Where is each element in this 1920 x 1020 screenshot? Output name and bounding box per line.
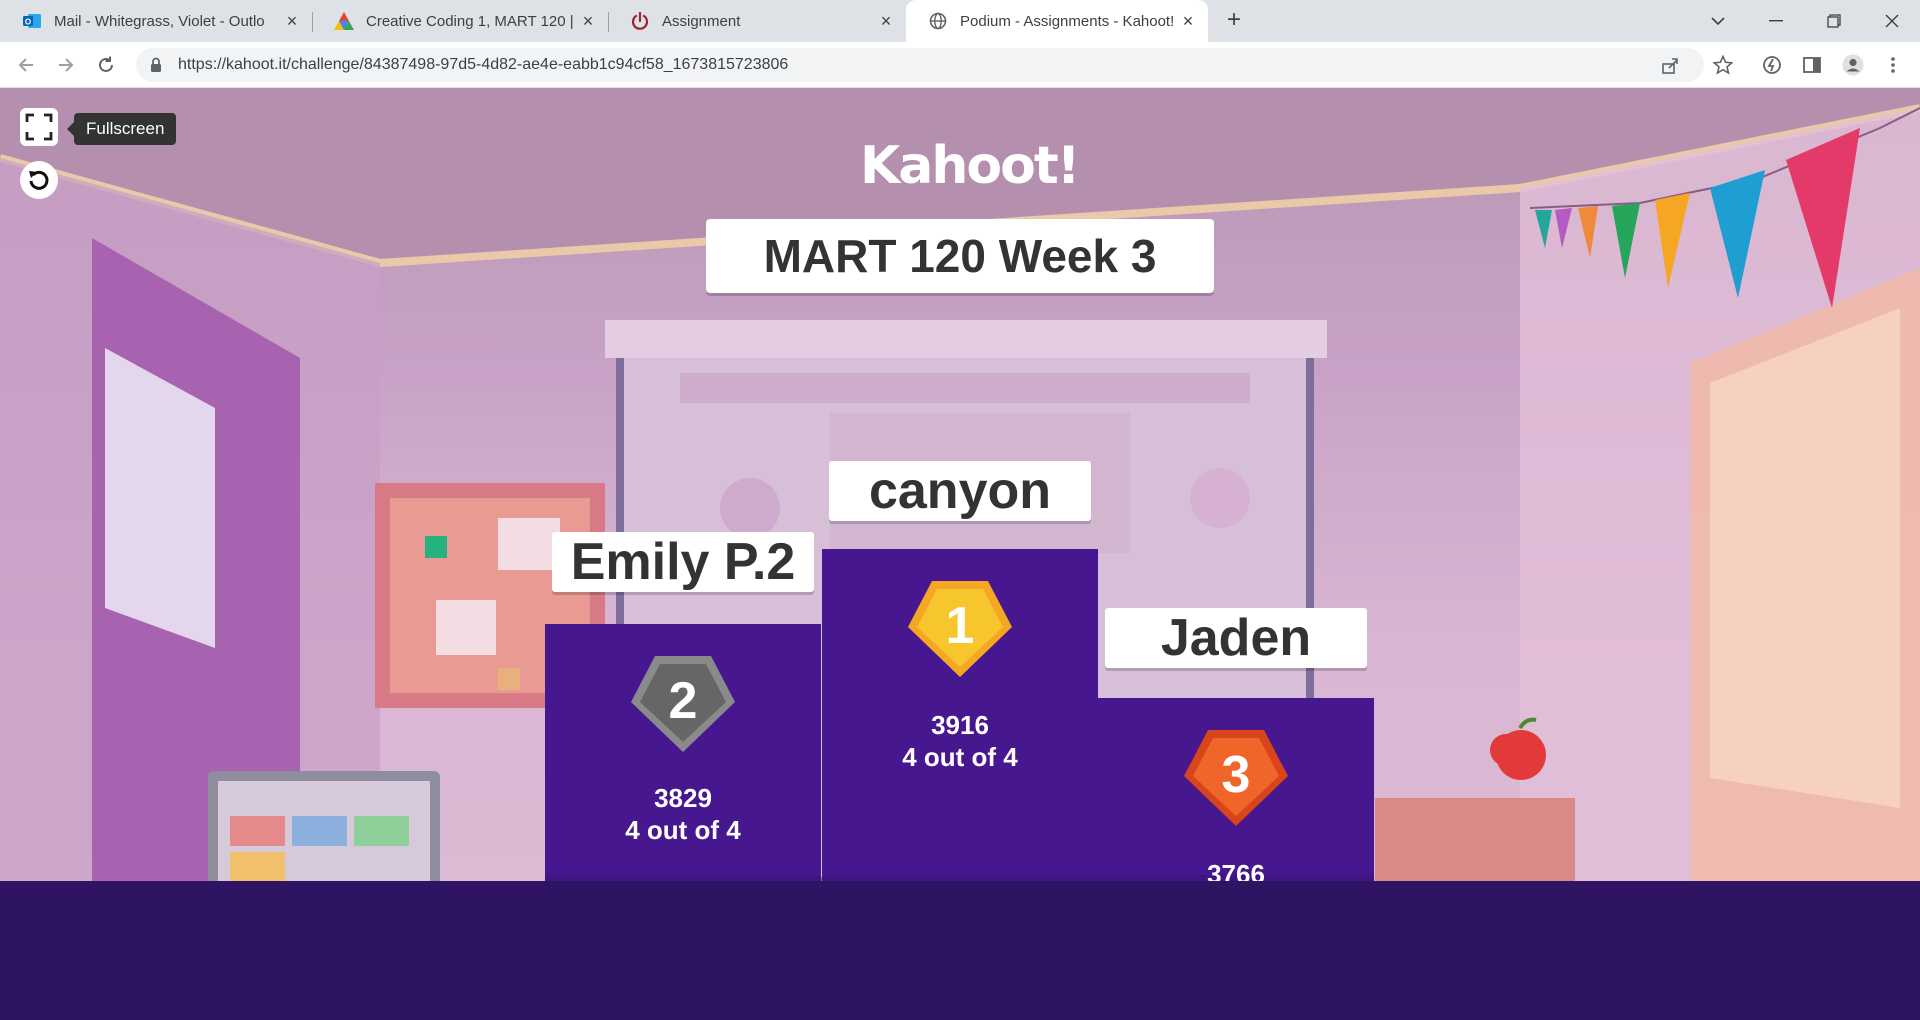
kahoot-logo: Kahoot! bbox=[860, 136, 1080, 196]
restore-icon[interactable] bbox=[1806, 0, 1862, 42]
second-place-name: Emily P.2 bbox=[552, 532, 814, 592]
tab-assignment[interactable]: Assignment × bbox=[608, 0, 906, 42]
medal-2-label: 2 bbox=[669, 672, 698, 730]
lock-icon[interactable] bbox=[150, 57, 162, 78]
star-bookmark-icon[interactable] bbox=[1712, 54, 1734, 76]
restart-icon bbox=[29, 170, 49, 190]
close-window-icon[interactable] bbox=[1864, 0, 1920, 42]
svg-text:O: O bbox=[25, 18, 31, 27]
browser-tab-bar: O Mail - Whitegrass, Violet - Outlo × Cr… bbox=[0, 0, 1920, 42]
first-place-correct: 4 out of 4 bbox=[902, 742, 1018, 772]
third-place-name: Jaden bbox=[1105, 608, 1367, 668]
second-place-score: 3829 bbox=[654, 783, 712, 813]
fullscreen-tooltip: Fullscreen bbox=[66, 113, 177, 145]
menu-dots-icon[interactable] bbox=[1882, 54, 1904, 76]
second-place-correct: 4 out of 4 bbox=[625, 815, 741, 845]
close-icon[interactable]: × bbox=[282, 11, 302, 31]
second-place-podium: 2 3829 4 out of 4 bbox=[545, 624, 821, 881]
power-icon bbox=[630, 11, 650, 31]
podium-stage: Fullscreen Kahoot! MART 120 Week 3 Emily… bbox=[0, 88, 1920, 881]
outlook-icon: O bbox=[22, 11, 42, 31]
close-icon[interactable]: × bbox=[578, 11, 598, 31]
new-tab-button[interactable]: + bbox=[1222, 8, 1246, 33]
tab-search-chevron-icon[interactable] bbox=[1690, 0, 1746, 42]
share-icon[interactable] bbox=[1660, 56, 1680, 76]
close-icon[interactable]: × bbox=[876, 11, 896, 31]
back-arrow-icon[interactable] bbox=[12, 51, 40, 79]
canvas-icon bbox=[334, 11, 354, 31]
third-place-podium: 3 3766 bbox=[1098, 698, 1374, 881]
restart-button[interactable] bbox=[20, 161, 58, 199]
reload-icon[interactable] bbox=[92, 51, 120, 79]
medal-1-label: 1 bbox=[946, 597, 975, 655]
tab-title: Creative Coding 1, MART 120 | W bbox=[366, 12, 578, 30]
fullscreen-button[interactable] bbox=[20, 108, 58, 146]
first-place-podium: 1 3916 4 out of 4 bbox=[822, 549, 1098, 881]
tab-title: Assignment bbox=[662, 12, 741, 30]
fullscreen-icon bbox=[25, 113, 53, 141]
medal-3-icon: 3 bbox=[1184, 730, 1288, 826]
tab-title: Podium - Assignments - Kahoot! bbox=[960, 12, 1175, 30]
first-place-name: canyon bbox=[829, 461, 1091, 521]
tab-kahoot-podium[interactable]: Podium - Assignments - Kahoot! × bbox=[906, 0, 1208, 42]
globe-icon bbox=[928, 11, 948, 31]
extension-icon[interactable] bbox=[1761, 54, 1783, 76]
close-icon[interactable]: × bbox=[1178, 11, 1198, 31]
quiz-title: MART 120 Week 3 bbox=[706, 219, 1214, 293]
minimize-icon[interactable] bbox=[1748, 0, 1804, 42]
medal-1-icon: 1 bbox=[908, 581, 1012, 677]
side-panel-icon[interactable] bbox=[1801, 54, 1823, 76]
profile-avatar-icon[interactable] bbox=[1842, 54, 1864, 76]
first-place-score: 3916 bbox=[931, 710, 989, 740]
url-text: https://kahoot.it/challenge/84387498-97d… bbox=[178, 56, 789, 73]
tab-canvas[interactable]: Creative Coding 1, MART 120 | W × bbox=[312, 0, 608, 42]
medal-3-label: 3 bbox=[1222, 746, 1251, 804]
bottom-bar bbox=[0, 881, 1920, 1020]
tab-mail[interactable]: O Mail - Whitegrass, Violet - Outlo × bbox=[0, 0, 312, 42]
forward-arrow-icon[interactable] bbox=[52, 51, 80, 79]
tab-title: Mail - Whitegrass, Violet - Outlo bbox=[54, 12, 265, 30]
third-place-score: 3766 bbox=[1207, 859, 1265, 881]
browser-toolbar: https://kahoot.it/challenge/84387498-97d… bbox=[0, 42, 1920, 88]
medal-2-icon: 2 bbox=[631, 656, 735, 752]
address-bar[interactable]: https://kahoot.it/challenge/84387498-97d… bbox=[136, 48, 1704, 82]
